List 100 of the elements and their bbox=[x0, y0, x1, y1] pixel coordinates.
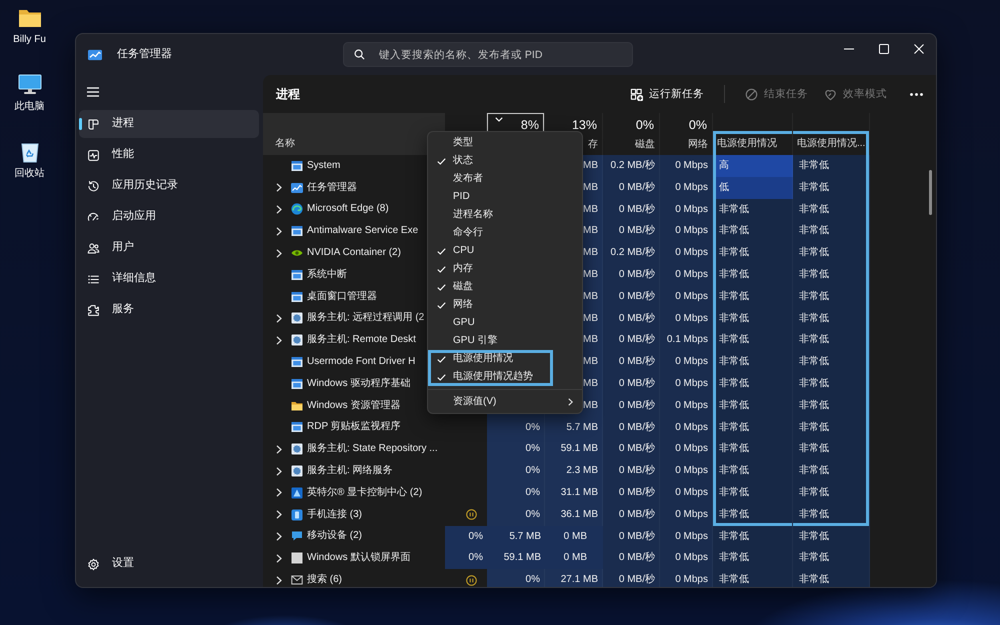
table-cell: 0 MB/秒 bbox=[603, 569, 660, 587]
sidebar-item[interactable]: 性能 bbox=[79, 141, 259, 169]
toolbar-button[interactable]: 运行新任务 bbox=[628, 86, 706, 102]
chevron-right-icon[interactable] bbox=[276, 554, 282, 563]
scrollbar-thumb[interactable] bbox=[929, 170, 932, 215]
table-cell: 非常低 bbox=[713, 526, 793, 548]
table-cell: 0 Mbps bbox=[660, 198, 713, 220]
table-cell: 0 Mbps bbox=[660, 416, 713, 438]
table-cell: 0 MB/秒 bbox=[603, 416, 660, 438]
desktop-shortcut[interactable]: 回收站 bbox=[2, 141, 58, 180]
users-icon bbox=[87, 242, 100, 254]
table-cell: 0 MB/秒 bbox=[603, 351, 660, 373]
chevron-right-icon[interactable] bbox=[276, 532, 282, 541]
table-cell: 0% bbox=[487, 569, 545, 587]
app-window-icon bbox=[291, 421, 303, 434]
chevron-right-icon[interactable] bbox=[276, 466, 282, 476]
chevron-right-icon[interactable] bbox=[276, 183, 282, 192]
column-header[interactable]: 名称 bbox=[263, 113, 445, 155]
table-cell: 非常低 bbox=[793, 569, 870, 587]
table-cell: 非常低 bbox=[793, 308, 870, 330]
table-cell: 0 Mbps bbox=[660, 438, 713, 460]
search-icon bbox=[354, 49, 365, 60]
table-cell: 0 Mbps bbox=[660, 286, 713, 308]
table-cell: 非常低 bbox=[793, 286, 870, 308]
chevron-right-icon[interactable] bbox=[276, 444, 282, 454]
gear-tile-icon bbox=[291, 312, 303, 324]
folder-icon bbox=[18, 7, 42, 29]
column-header[interactable]: 0% bbox=[660, 113, 712, 135]
chevron-right-icon[interactable] bbox=[276, 576, 282, 585]
table-cell: 0 Mbps bbox=[660, 308, 713, 330]
table-cell: 0.2 MB/秒 bbox=[603, 242, 660, 264]
column-header[interactable]: 电源使用情况... bbox=[793, 113, 870, 155]
check-icon bbox=[437, 374, 446, 380]
pulse-icon bbox=[87, 148, 100, 162]
sidebar-item[interactable]: 详细信息 bbox=[79, 265, 259, 293]
desktop-shortcut[interactable]: 此电脑 bbox=[2, 74, 58, 113]
process-name: NVIDIA Container (2) bbox=[307, 247, 401, 260]
column-label: 磁盘 bbox=[635, 139, 656, 151]
sidebar-item[interactable]: 服务 bbox=[79, 296, 259, 324]
table-cell: 0 Mbps bbox=[660, 351, 713, 373]
column-header[interactable]: 0% bbox=[603, 113, 659, 135]
app-window-icon bbox=[291, 225, 303, 238]
gear-tile-icon bbox=[291, 443, 303, 456]
panels-icon bbox=[87, 118, 100, 130]
column-header[interactable]: 电源使用情况 bbox=[713, 113, 793, 155]
table-cell: 非常低 bbox=[793, 176, 870, 199]
sidebar-item[interactable]: 启动应用 bbox=[79, 203, 259, 231]
table-cell: 非常低 bbox=[793, 460, 870, 482]
chevron-right-icon[interactable] bbox=[276, 226, 282, 236]
process-name: Windows 默认锁屏界面 bbox=[307, 552, 410, 564]
table-cell: 非常低 bbox=[713, 569, 793, 587]
column-header[interactable]: 13% bbox=[545, 113, 602, 135]
search-field[interactable]: 键入要搜索的名称、发布者或 PID bbox=[343, 42, 633, 67]
chevron-right-icon[interactable] bbox=[276, 488, 282, 498]
chevron-right-icon[interactable] bbox=[276, 336, 282, 345]
chevron-right-icon[interactable] bbox=[276, 510, 282, 520]
table-cell: 0% bbox=[487, 438, 545, 460]
process-name: 手机连接 (3) bbox=[307, 508, 362, 521]
table-cell: 0 MB/秒 bbox=[603, 220, 660, 242]
table-cell: 59.1 MB bbox=[487, 547, 545, 570]
table-cell: 0.2 MB/秒 bbox=[603, 155, 660, 177]
sidebar-item[interactable]: 用户 bbox=[79, 234, 259, 262]
process-name: System bbox=[307, 160, 340, 172]
process-name: 移动设备 (2) bbox=[307, 530, 362, 542]
table-cell: 非常低 bbox=[793, 526, 870, 548]
table-cell: 非常低 bbox=[713, 242, 793, 264]
chart-tile-icon bbox=[88, 48, 102, 60]
sidebar-item[interactable]: 进程 bbox=[79, 110, 259, 138]
envelope-icon bbox=[291, 574, 303, 586]
table-cell: 非常低 bbox=[713, 264, 793, 286]
sidebar-item[interactable]: 设置 bbox=[79, 550, 259, 578]
table-cell: 0 MB/秒 bbox=[603, 264, 660, 286]
table-cell: 非常低 bbox=[793, 372, 870, 395]
app-window-icon bbox=[291, 268, 303, 281]
table-cell: 非常低 bbox=[713, 220, 793, 242]
table-cell: 非常低 bbox=[713, 504, 793, 526]
table-cell: 0 Mbps bbox=[660, 569, 713, 587]
process-name: 桌面窗口管理器 bbox=[307, 290, 377, 303]
process-name: Usermode Font Driver H bbox=[307, 356, 416, 368]
chevron-right-icon[interactable] bbox=[276, 314, 282, 323]
heart-icon bbox=[824, 88, 837, 100]
table-cell: 36.1 MB bbox=[545, 504, 603, 526]
table-cell: 0 Mbps bbox=[660, 504, 713, 526]
desktop-shortcut[interactable]: Billy Fu bbox=[2, 7, 58, 46]
table-cell: 0 MB/秒 bbox=[603, 176, 660, 199]
table-cell: 0 MB/秒 bbox=[603, 460, 660, 482]
triangle-tile-icon bbox=[291, 486, 303, 499]
table-cell: 非常低 bbox=[713, 198, 793, 220]
sidebar-item[interactable]: 应用历史记录 bbox=[79, 172, 259, 200]
table-cell: 0 MB/秒 bbox=[603, 438, 660, 460]
table-cell: 0 MB/秒 bbox=[603, 547, 660, 570]
table-cell: 0 MB/秒 bbox=[603, 372, 660, 395]
chevron-right-icon[interactable] bbox=[276, 204, 282, 214]
process-name: RDP 剪贴板监视程序 bbox=[307, 421, 401, 434]
table-cell: 27.1 MB bbox=[545, 569, 603, 587]
table-cell: 0% bbox=[445, 526, 487, 548]
gear-tile-icon bbox=[291, 465, 303, 478]
table-cell: 0 Mbps bbox=[660, 526, 713, 548]
chevron-right-icon[interactable] bbox=[276, 248, 282, 258]
window-title: 任务管理器 bbox=[117, 48, 172, 62]
